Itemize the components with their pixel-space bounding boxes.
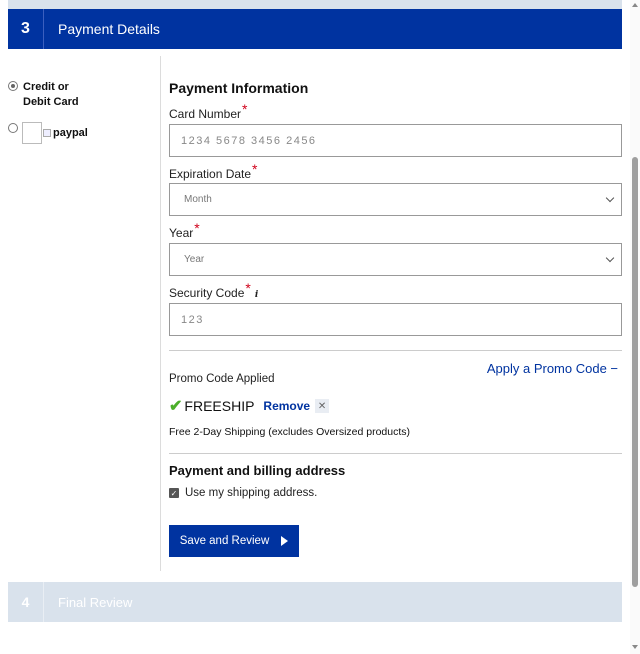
step-3-header: 3 Payment Details: [8, 9, 622, 49]
apply-promo-link[interactable]: Apply a Promo Code −: [487, 361, 618, 376]
card-label-line1: Credit or: [23, 81, 69, 93]
payment-method-card[interactable]: Credit or Debit Card: [8, 80, 79, 110]
broken-image-icon: [43, 129, 51, 137]
expiration-month-select[interactable]: Month: [169, 183, 622, 216]
security-code-placeholder: 123: [181, 313, 204, 326]
payment-info-heading: Payment Information: [169, 80, 309, 96]
chevron-down-icon: [605, 253, 615, 263]
step-title: Payment Details: [58, 21, 160, 37]
use-shipping-label: Use my shipping address.: [185, 487, 318, 499]
paypal-alt-label: paypal: [53, 127, 88, 139]
promo-code: FREESHIP: [184, 398, 255, 414]
billing-heading: Payment and billing address: [169, 463, 346, 478]
step-4-header: 4 Final Review: [8, 582, 622, 622]
applied-promo: ✔ FREESHIP Remove ✕: [169, 396, 330, 416]
step-title: Final Review: [58, 594, 133, 610]
info-icon[interactable]: i: [255, 290, 258, 300]
use-shipping-checkbox[interactable]: ✓: [169, 488, 179, 498]
scroll-up-arrow-icon[interactable]: [632, 3, 638, 7]
card-label-line2: Debit Card: [23, 96, 79, 108]
required-mark: *: [194, 220, 200, 236]
year-label-text: Year: [169, 226, 194, 240]
remove-promo-button[interactable]: Remove: [263, 399, 310, 413]
payment-method-column: Credit or Debit Card paypal: [0, 56, 161, 571]
divider: [169, 350, 622, 351]
broken-image-icon: [22, 122, 42, 144]
card-number-input[interactable]: 1234 5678 3456 2456: [169, 124, 622, 157]
expiration-label: Expiration Date*: [169, 161, 258, 181]
scroll-down-arrow-icon[interactable]: [632, 645, 638, 649]
required-mark: *: [245, 280, 251, 296]
card-radio[interactable]: [8, 81, 18, 91]
security-code-input[interactable]: 123: [169, 303, 622, 336]
card-number-placeholder: 1234 5678 3456 2456: [181, 134, 317, 147]
step-number: 3: [8, 9, 44, 49]
card-number-label-text: Card Number: [169, 107, 242, 121]
play-arrow-icon: [281, 536, 289, 546]
card-number-label: Card Number*: [169, 101, 247, 121]
paypal-image[interactable]: paypal: [22, 122, 88, 144]
vertical-scrollbar[interactable]: [630, 0, 640, 654]
checkmark-icon: ✔: [169, 398, 183, 415]
divider: [169, 453, 622, 454]
expiration-label-text: Expiration Date: [169, 167, 252, 181]
chevron-down-icon: [605, 193, 615, 203]
payment-method-paypal[interactable]: paypal: [8, 122, 88, 144]
previous-step-strip: [8, 0, 622, 9]
required-mark: *: [242, 101, 248, 117]
save-button-label: Save and Review: [179, 535, 270, 547]
scroll-thumb[interactable]: [632, 157, 638, 587]
close-icon[interactable]: ✕: [315, 399, 330, 413]
paypal-radio[interactable]: [8, 123, 18, 133]
month-select-value: Month: [184, 194, 212, 205]
year-label: Year*: [169, 220, 200, 240]
card-method-label[interactable]: Credit or Debit Card: [23, 80, 79, 110]
promo-applied-label: Promo Code Applied: [169, 373, 275, 385]
promo-description: Free 2-Day Shipping (excludes Oversized …: [169, 426, 411, 438]
step-number: 4: [8, 582, 44, 622]
expiration-year-select[interactable]: Year: [169, 243, 622, 276]
save-and-review-button[interactable]: Save and Review: [169, 525, 299, 557]
security-code-label: Security Code* i: [169, 280, 258, 300]
use-shipping-address-row[interactable]: ✓ Use my shipping address.: [169, 487, 317, 499]
security-code-label-text: Security Code: [169, 286, 245, 300]
year-select-value: Year: [184, 254, 205, 265]
required-mark: *: [252, 161, 258, 177]
paypal-alt-text: paypal: [43, 127, 88, 139]
